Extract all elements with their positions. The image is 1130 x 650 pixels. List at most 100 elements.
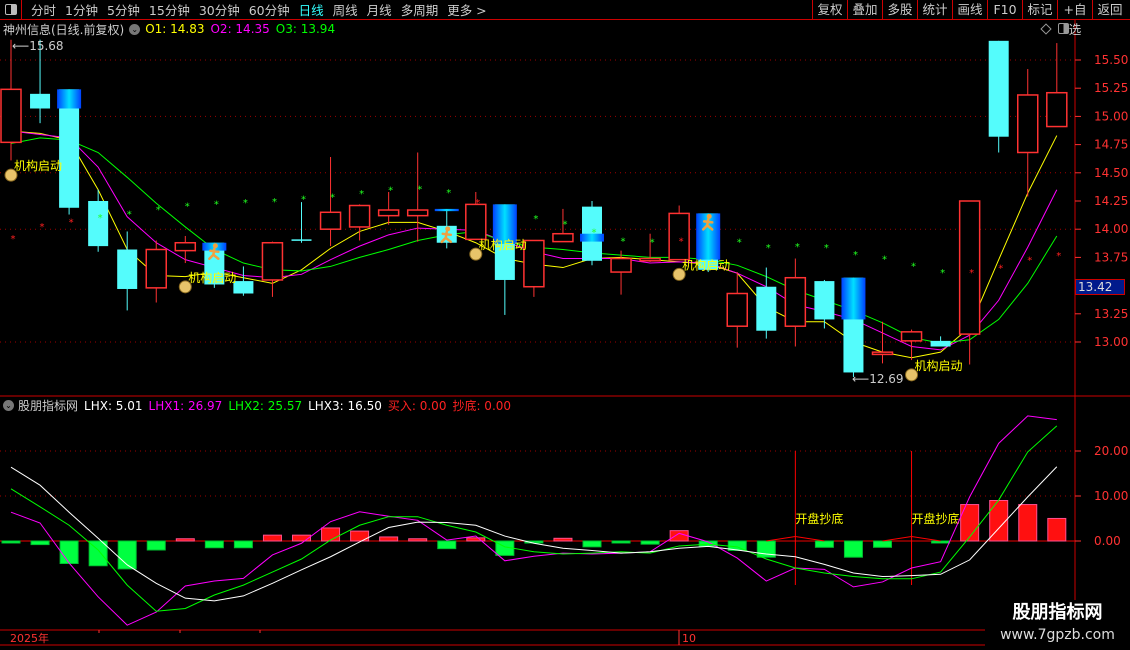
candle xyxy=(930,336,951,347)
ma3-value: O3: 13.94 xyxy=(275,22,336,36)
chart-canvas[interactable]: 15.50 15.25 15.00 14.75 14.50 14.25 14.00 13.75… xyxy=(0,0,1130,650)
candle-body xyxy=(871,351,894,356)
candle-body xyxy=(1017,94,1039,154)
tab-10[interactable]: 更多 > xyxy=(447,0,486,19)
star-marker: * xyxy=(388,186,393,197)
star-marker: * xyxy=(40,222,45,233)
lhx-bar xyxy=(233,540,253,549)
toolbar-button-5[interactable]: F10 xyxy=(987,0,1022,20)
candle xyxy=(523,239,545,297)
lhx-bar xyxy=(931,540,951,544)
chevron-down-icon[interactable]: ⌄ xyxy=(129,23,141,35)
star-marker: * xyxy=(446,188,451,199)
candle-body xyxy=(291,239,312,241)
candle xyxy=(233,266,254,296)
lhx-bar xyxy=(30,540,50,546)
candle xyxy=(784,258,807,347)
tab-4[interactable]: 30分钟 xyxy=(199,0,240,19)
chevron-down-icon[interactable]: ⌄ xyxy=(3,400,14,411)
candle-body xyxy=(552,232,574,243)
lhx-bar xyxy=(437,540,457,550)
star-marker: * xyxy=(156,205,161,216)
indicator-header: ⌄ 股朋指标网 LHX: 5.01 LHX1: 26.97 LHX2: 25.5… xyxy=(3,398,517,413)
star-marker: * xyxy=(766,243,771,254)
toolbar-button-4[interactable]: 画线 xyxy=(952,0,987,20)
indicator-name[interactable]: 股朋指标网 xyxy=(18,397,78,414)
highlight-band xyxy=(57,89,82,109)
toolbar-buttons: 复权 叠加 多股 统计 画线 F10 标记 +自选 返回 xyxy=(812,0,1127,37)
star-marker: * xyxy=(882,255,887,266)
runner-head xyxy=(212,243,218,249)
tab-1[interactable]: 1分钟 xyxy=(65,0,98,19)
price-tick-label: 14.25 xyxy=(1094,194,1128,208)
signal-label: 机构启动 xyxy=(915,358,963,373)
tab-7[interactable]: 周线 xyxy=(333,0,358,19)
bottom-marker-label: 开盘抄底 xyxy=(795,511,843,526)
price-tick-label: 15.50 xyxy=(1094,53,1128,67)
star-marker: * xyxy=(853,250,858,261)
candle xyxy=(291,202,312,243)
lhx-bar xyxy=(379,536,399,542)
star-marker: * xyxy=(1056,251,1061,262)
star-marker: * xyxy=(940,268,945,279)
star-marker: * xyxy=(69,217,74,228)
toolbar-button-2[interactable]: 多股 xyxy=(882,0,917,20)
lhx-bar xyxy=(408,538,428,542)
lhx-bar xyxy=(640,540,660,545)
highlight-band xyxy=(841,277,866,320)
indicator-tick-label: 10.00 xyxy=(1094,489,1128,503)
candle xyxy=(1046,43,1068,128)
price-tick-label: 14.50 xyxy=(1094,166,1128,180)
indicator-line-LHX2 xyxy=(10,425,1058,612)
star-marker: * xyxy=(592,227,597,238)
panel-toggle-button[interactable] xyxy=(0,0,22,20)
candle-body xyxy=(233,281,254,294)
candle-body xyxy=(523,239,545,288)
candle-body xyxy=(988,40,1009,137)
toolbar-button-1[interactable]: 叠加 xyxy=(847,0,882,20)
lhx-bar xyxy=(1018,504,1038,542)
candle-body xyxy=(639,257,661,262)
chart-corner-icons xyxy=(1040,22,1069,35)
lhx-bar xyxy=(175,538,195,542)
ma2-value: O2: 14.35 xyxy=(210,22,270,36)
candle xyxy=(377,191,400,225)
tab-2[interactable]: 5分钟 xyxy=(107,0,140,19)
lhx-bar xyxy=(59,540,79,564)
toolbar-button-8[interactable]: 返回 xyxy=(1092,0,1127,20)
lhx-bar xyxy=(611,540,631,544)
lhx-bar xyxy=(262,534,282,542)
candle-body xyxy=(261,241,284,281)
lhx-bar xyxy=(814,540,834,548)
star-marker: * xyxy=(621,236,626,247)
toolbar-button-3[interactable]: 统计 xyxy=(917,0,952,20)
candle-body xyxy=(726,292,748,327)
star-marker: * xyxy=(533,214,538,225)
panel-layout-icon[interactable] xyxy=(1058,23,1069,34)
tab-9[interactable]: 多周期 xyxy=(401,0,439,19)
tab-6[interactable]: 日线 xyxy=(299,0,324,19)
tab-0[interactable]: 分时 xyxy=(31,0,56,19)
candle-body xyxy=(117,249,138,289)
candle-body xyxy=(784,276,807,327)
star-marker: * xyxy=(272,197,277,208)
tab-5[interactable]: 60分钟 xyxy=(249,0,290,19)
runner-head xyxy=(706,213,712,219)
candle xyxy=(117,231,138,311)
tab-3[interactable]: 15分钟 xyxy=(149,0,190,19)
candle-body xyxy=(465,203,487,241)
candle-body xyxy=(1046,91,1068,128)
diamond-icon[interactable] xyxy=(1040,22,1052,35)
toolbar-button-7[interactable]: +自选 xyxy=(1057,0,1092,37)
lhx-bar xyxy=(466,537,486,542)
tab-8[interactable]: 月线 xyxy=(367,0,392,19)
candle-body xyxy=(319,211,342,230)
date-label-year: 2025年 xyxy=(10,631,49,645)
indicator-tick-label: 0.00 xyxy=(1094,534,1121,548)
price-tick-label: 15.00 xyxy=(1094,109,1128,123)
watermark-title: 股朋指标网 xyxy=(1012,602,1103,623)
toolbar-button-6[interactable]: 标记 xyxy=(1022,0,1057,20)
toolbar-button-0[interactable]: 复权 xyxy=(812,0,847,20)
lhx1-value: LHX1: 26.97 xyxy=(148,398,223,413)
candle-body xyxy=(756,286,777,331)
